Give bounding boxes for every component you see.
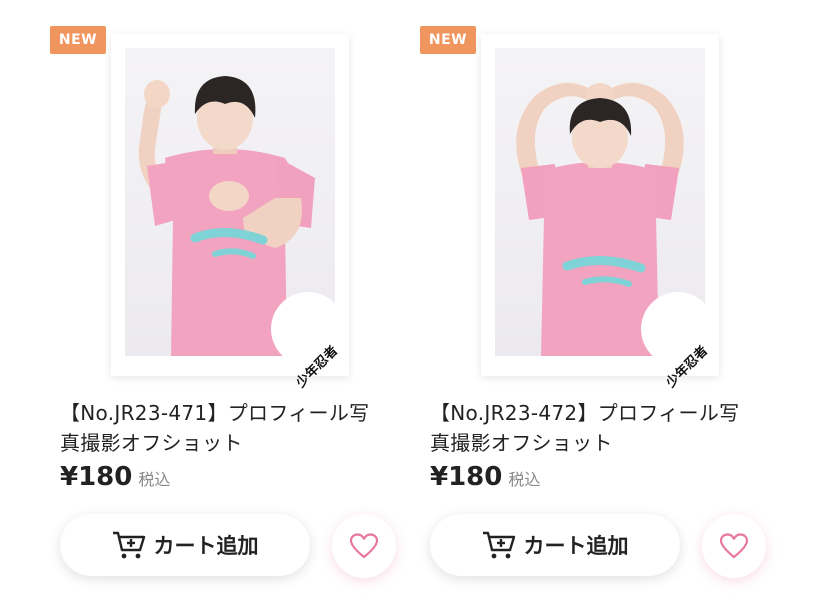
cart-icon: [482, 531, 515, 559]
product-title-line1[interactable]: 【No.JR23-471】プロフィール写: [60, 398, 400, 428]
favorite-button[interactable]: [332, 514, 396, 578]
product-grid: NEW 少年忍者 【No.JR23-471】プロフィール写 真撮影オフショット …: [0, 0, 828, 609]
product-photo[interactable]: [495, 48, 705, 356]
heart-icon: [350, 533, 378, 559]
tax-label: 税込: [138, 470, 171, 489]
new-badge: NEW: [50, 26, 106, 54]
tax-label: 税込: [508, 470, 541, 489]
favorite-button[interactable]: [702, 514, 766, 578]
price-row: ¥180 税込: [60, 462, 170, 498]
product-card[interactable]: NEW: [48, 0, 408, 609]
product-title[interactable]: 【No.JR23-471】プロフィール写 真撮影オフショット: [60, 398, 400, 458]
price-row: ¥180 税込: [430, 462, 540, 498]
product-photo[interactable]: [125, 48, 335, 356]
price: ¥180: [60, 462, 133, 492]
product-photo-frame[interactable]: 少年忍者: [111, 34, 349, 391]
new-badge: NEW: [420, 26, 476, 54]
product-title-line2[interactable]: 真撮影オフショット: [430, 428, 770, 458]
add-to-cart-label: カート追加: [523, 534, 629, 558]
product-title-line2[interactable]: 真撮影オフショット: [60, 428, 400, 458]
product-card[interactable]: NEW: [418, 0, 778, 609]
product-title[interactable]: 【No.JR23-472】プロフィール写 真撮影オフショット: [430, 398, 770, 458]
cart-icon: [112, 531, 145, 559]
price: ¥180: [430, 462, 503, 492]
add-to-cart-label: カート追加: [153, 534, 259, 558]
product-photo-frame[interactable]: 少年忍者: [481, 34, 719, 391]
add-to-cart-button[interactable]: カート追加: [60, 514, 310, 576]
product-title-line1[interactable]: 【No.JR23-472】プロフィール写: [430, 398, 770, 428]
heart-icon: [720, 533, 748, 559]
add-to-cart-button[interactable]: カート追加: [430, 514, 680, 576]
